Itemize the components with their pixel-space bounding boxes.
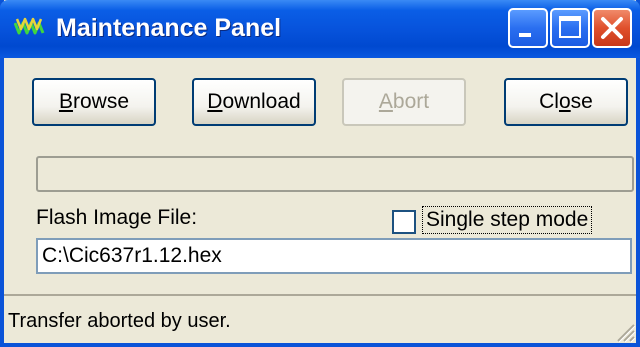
maximize-button[interactable] [550, 8, 590, 48]
maximize-icon [559, 16, 581, 38]
flash-image-file-label: Flash Image File: [36, 206, 198, 229]
close-icon [601, 17, 623, 39]
transfer-progress-bar [36, 156, 634, 192]
browse-button[interactable]: Browse [32, 78, 156, 126]
close-label: Close [539, 90, 593, 113]
close-window-button[interactable] [592, 8, 632, 48]
flash-image-file-input[interactable] [36, 238, 632, 274]
maintenance-panel-window: Maintenance Panel Browse Download Abort … [0, 0, 640, 347]
minimize-icon [519, 33, 531, 37]
abort-label: Abort [378, 90, 430, 113]
single-step-checkbox[interactable] [392, 210, 416, 234]
download-button[interactable]: Download [192, 78, 316, 126]
signal-waves-icon [14, 17, 45, 35]
minimize-button[interactable] [508, 8, 548, 48]
single-step-label[interactable]: Single step mode [422, 206, 593, 234]
download-label: Download [207, 90, 301, 113]
browse-label: Browse [58, 90, 130, 113]
window-title: Maintenance Panel [56, 14, 282, 42]
status-bar: Transfer aborted by user. [4, 294, 636, 343]
title-bar[interactable]: Maintenance Panel [0, 0, 640, 58]
abort-button[interactable]: Abort [342, 78, 466, 126]
close-button[interactable]: Close [504, 78, 628, 126]
status-text: Transfer aborted by user. [8, 310, 231, 332]
resize-grip-icon[interactable] [610, 317, 636, 343]
